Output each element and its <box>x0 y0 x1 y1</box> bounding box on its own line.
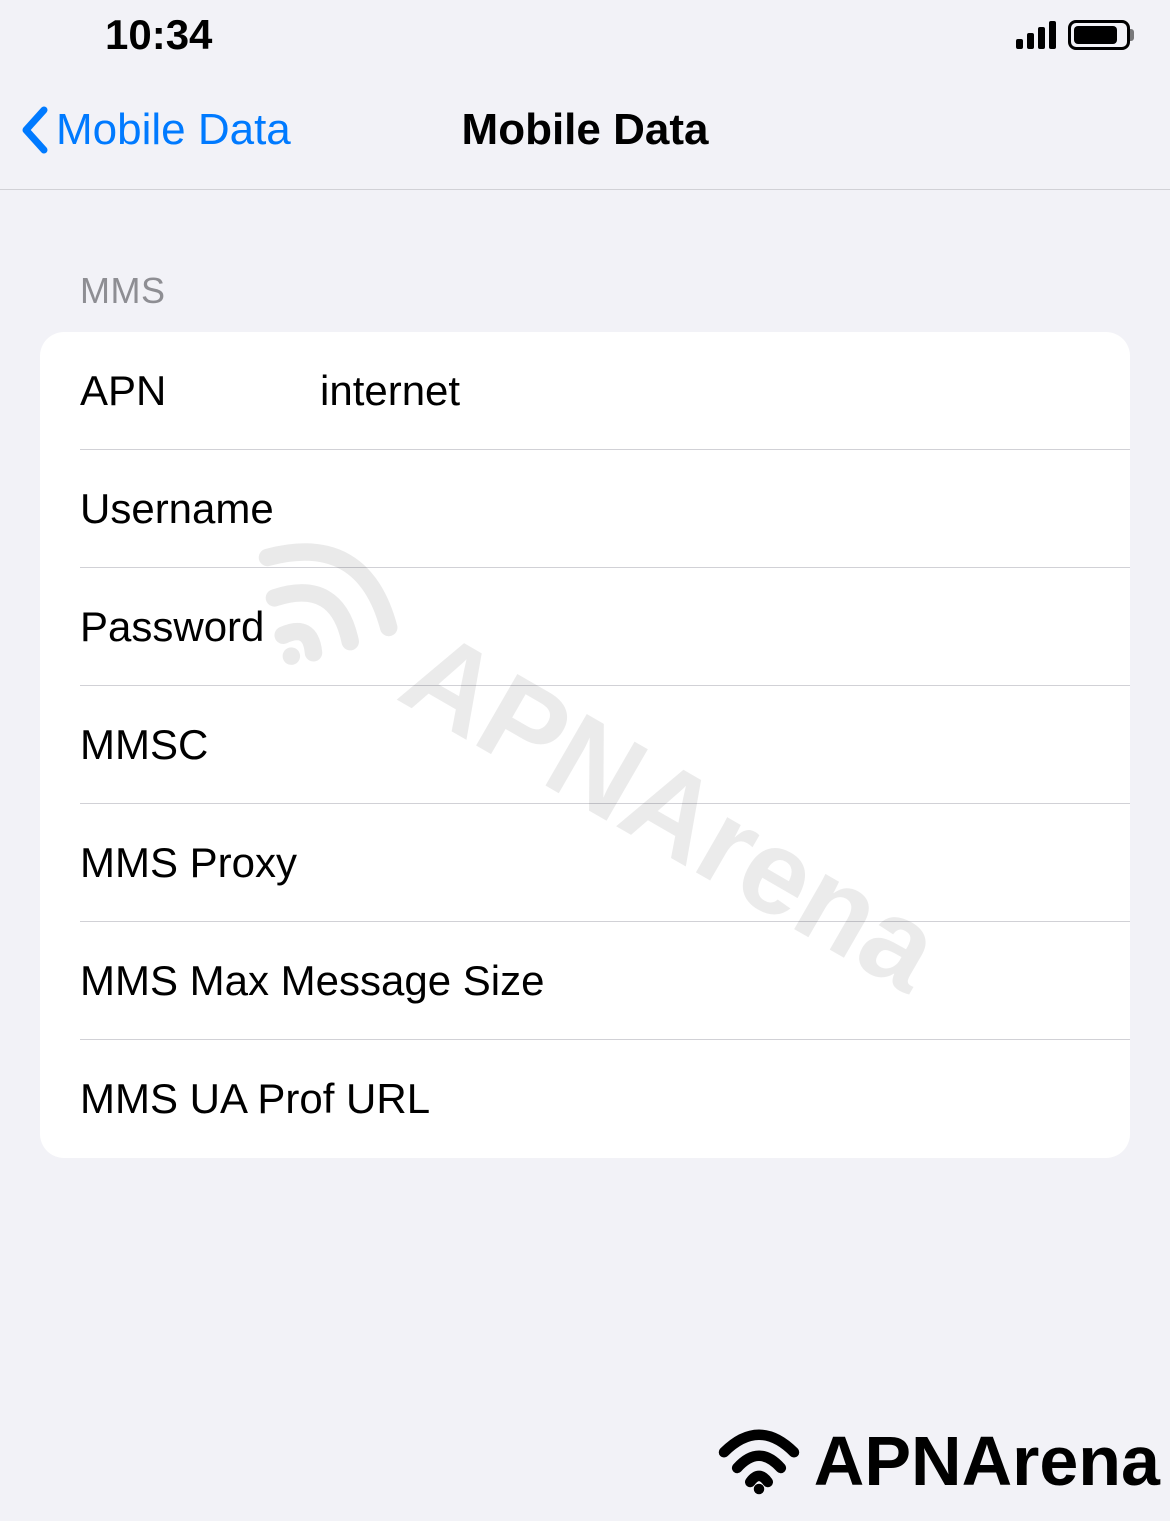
row-label: Username <box>80 485 320 533</box>
settings-row-password[interactable]: Password <box>40 568 1130 686</box>
back-button[interactable]: Mobile Data <box>20 105 291 155</box>
settings-row-mms-proxy[interactable]: MMS Proxy <box>40 804 1130 922</box>
row-label: Password <box>80 603 320 651</box>
content-area: MMS APN Username Password MMSC MMS Proxy <box>0 190 1170 1158</box>
battery-icon <box>1068 20 1130 50</box>
row-label: MMS Proxy <box>80 839 320 887</box>
apn-input[interactable] <box>320 367 1090 415</box>
section-header-mms: MMS <box>40 190 1130 332</box>
password-input[interactable] <box>320 603 1090 651</box>
settings-row-mmsc[interactable]: MMSC <box>40 686 1130 804</box>
page-title: Mobile Data <box>462 105 709 155</box>
settings-group-mms: APN Username Password MMSC MMS Proxy MMS… <box>40 332 1130 1158</box>
back-label: Mobile Data <box>56 105 291 155</box>
username-input[interactable] <box>320 485 1090 533</box>
settings-row-apn[interactable]: APN <box>40 332 1130 450</box>
chevron-left-icon <box>20 106 48 154</box>
settings-row-mms-ua-prof[interactable]: MMS UA Prof URL <box>40 1040 1130 1158</box>
mmsc-input[interactable] <box>320 721 1090 769</box>
settings-row-mms-max-size[interactable]: MMS Max Message Size <box>40 922 1130 1040</box>
row-label: MMSC <box>80 721 320 769</box>
row-label: APN <box>80 367 320 415</box>
row-label: MMS Max Message Size <box>80 957 544 1005</box>
watermark-bottom: APNArena <box>714 1421 1160 1501</box>
status-time: 10:34 <box>105 11 212 59</box>
mms-proxy-input[interactable] <box>320 839 1090 887</box>
cellular-signal-icon <box>1016 21 1056 49</box>
navigation-bar: Mobile Data Mobile Data <box>0 70 1170 190</box>
row-label: MMS UA Prof URL <box>80 1075 430 1123</box>
mms-max-size-input[interactable] <box>544 957 1090 1005</box>
status-bar: 10:34 <box>0 0 1170 70</box>
watermark-text: APNArena <box>814 1421 1160 1501</box>
wifi-icon <box>714 1426 804 1496</box>
settings-row-username[interactable]: Username <box>40 450 1130 568</box>
status-indicators <box>1016 20 1130 50</box>
mms-ua-prof-input[interactable] <box>430 1075 1090 1123</box>
